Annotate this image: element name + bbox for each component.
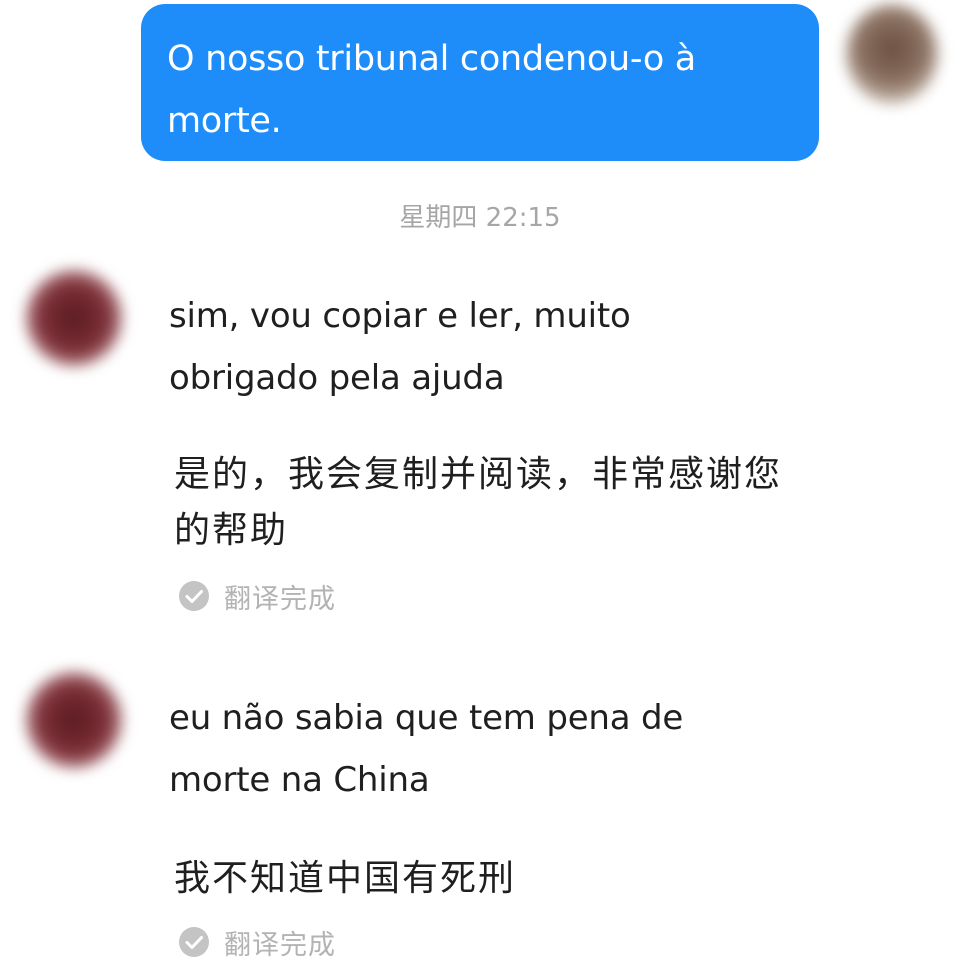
translation-text: 是的，我会复制并阅读，非常感谢您的帮助: [174, 454, 783, 551]
translation-status: 翻译完成: [178, 925, 336, 961]
incoming-message-text[interactable]: sim, vou copiar e ler, muito obrigado pe…: [169, 285, 769, 409]
check-circle-icon: [178, 580, 210, 612]
outgoing-message-bubble[interactable]: O nosso tribunal condenou-o à morte.: [141, 4, 819, 161]
translation-status-label: 翻译完成: [224, 929, 336, 961]
incoming-message-text[interactable]: eu não sabia que tem pena de morte na Ch…: [169, 687, 769, 811]
outgoing-message-text: O nosso tribunal condenou-o à morte.: [167, 39, 696, 141]
message-timestamp: 星期四 22:15: [399, 203, 561, 233]
contact-avatar[interactable]: [26, 270, 122, 366]
translation-status-label: 翻译完成: [224, 583, 336, 615]
translation-text: 我不知道中国有死刑: [174, 858, 517, 899]
self-avatar[interactable]: [846, 4, 938, 104]
check-circle-icon: [178, 926, 210, 958]
contact-avatar[interactable]: [26, 672, 122, 768]
translation-status: 翻译完成: [178, 579, 336, 615]
